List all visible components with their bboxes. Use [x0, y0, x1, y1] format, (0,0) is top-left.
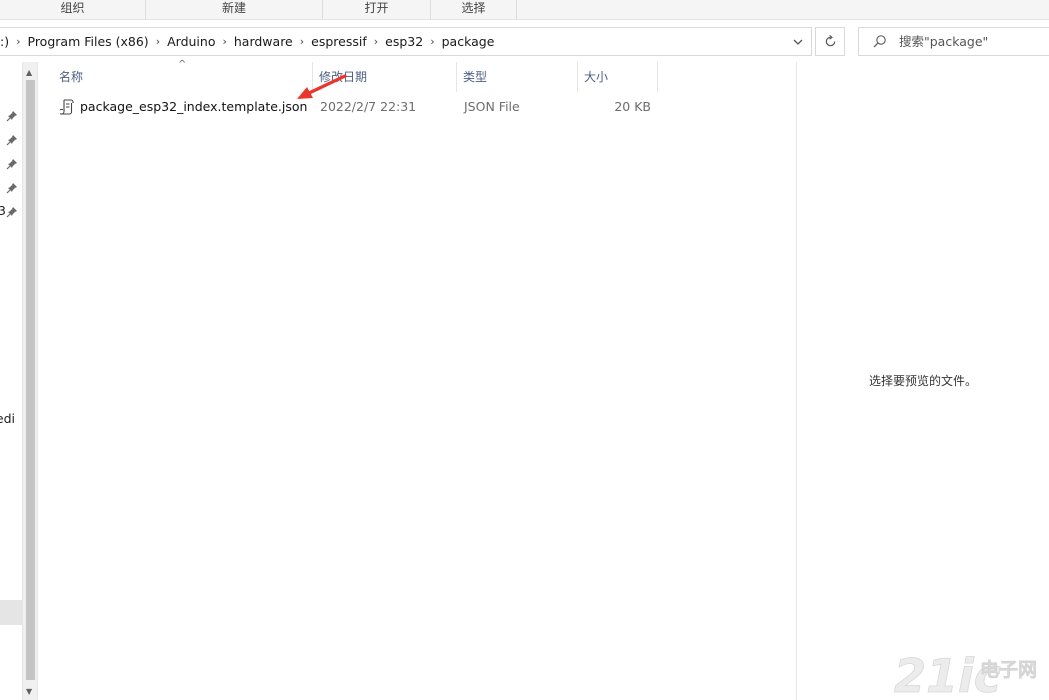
ribbon-group-open: 打开 [323, 0, 431, 20]
scroll-down-icon[interactable]: ▼ [26, 687, 32, 696]
preview-empty-message: 选择要预览的文件。 [868, 374, 977, 388]
pin-icon [6, 135, 17, 146]
search-input[interactable]: 搜索"package" [899, 28, 988, 55]
pin-icon [6, 183, 17, 194]
breadcrumb-partial-root[interactable]: :) [0, 34, 14, 49]
refresh-button[interactable] [815, 27, 845, 56]
pin-icon [6, 159, 17, 170]
breadcrumb-chevron-icon[interactable]: › [14, 35, 22, 48]
column-header-row: ^ 名称 修改日期 类型 大小 [39, 59, 659, 92]
search-box[interactable]: 搜索"package" [858, 27, 1049, 56]
breadcrumb-item-program-files[interactable]: Program Files (x86) [23, 34, 154, 49]
file-type: JSON File [464, 99, 520, 114]
scrollbar-thumb[interactable] [26, 80, 35, 680]
preview-pane: 选择要预览的文件。 [797, 62, 1049, 700]
breadcrumb-chevron-icon[interactable]: › [372, 35, 380, 48]
file-list[interactable]: ^ 名称 修改日期 类型 大小 package_esp32_index.temp… [39, 59, 796, 700]
breadcrumb-item-espressif[interactable]: espressif [306, 34, 372, 49]
ribbon-group-select: 选择 [431, 0, 517, 20]
nav-item-selected[interactable] [0, 600, 22, 625]
breadcrumb-chevron-icon[interactable]: › [428, 35, 436, 48]
column-header-size[interactable]: 大小 [578, 62, 658, 92]
breadcrumb-item-package[interactable]: package [437, 34, 500, 49]
nav-item-partial-label[interactable]: nedi [0, 411, 15, 426]
column-header-name[interactable]: 名称 [53, 62, 313, 92]
pin-icon [6, 207, 17, 218]
refresh-icon [825, 35, 835, 47]
file-date-modified: 2022/2/7 22:31 [320, 99, 417, 114]
nav-scrollbar[interactable]: ▲ ▼ [22, 62, 38, 700]
ribbon-group-organize: 组织 [0, 0, 146, 20]
search-icon [873, 35, 886, 48]
file-row[interactable]: package_esp32_index.template.json 2022/2… [39, 95, 659, 119]
pin-icon [6, 111, 17, 122]
json-file-icon [60, 99, 74, 115]
breadcrumb-item-esp32[interactable]: esp32 [380, 34, 428, 49]
address-bar[interactable]: :) › Program Files (x86) › Arduino › har… [0, 27, 812, 56]
file-size: 20 KB [614, 99, 651, 114]
breadcrumb: :) › Program Files (x86) › Arduino › har… [0, 28, 499, 55]
file-name[interactable]: package_esp32_index.template.json [80, 95, 307, 119]
watermark-logo: 21ic 电子网 [894, 649, 1037, 698]
breadcrumb-chevron-icon[interactable]: › [298, 35, 306, 48]
breadcrumb-chevron-icon[interactable]: › [154, 35, 162, 48]
ribbon-group-new: 新建 [146, 0, 323, 20]
column-header-date[interactable]: 修改日期 [313, 62, 457, 92]
breadcrumb-chevron-icon[interactable]: › [220, 35, 228, 48]
navigation-pane[interactable]: 3 nedi [0, 62, 22, 700]
column-header-type[interactable]: 类型 [457, 62, 578, 92]
scroll-up-icon[interactable]: ▲ [26, 68, 32, 77]
ribbon-group-labels: 组织 新建 打开 选择 [0, 0, 1049, 20]
breadcrumb-item-hardware[interactable]: hardware [229, 34, 298, 49]
breadcrumb-item-arduino[interactable]: Arduino [162, 34, 220, 49]
address-history-dropdown-icon[interactable] [785, 28, 811, 55]
svg-text:电子网: 电子网 [980, 658, 1037, 681]
